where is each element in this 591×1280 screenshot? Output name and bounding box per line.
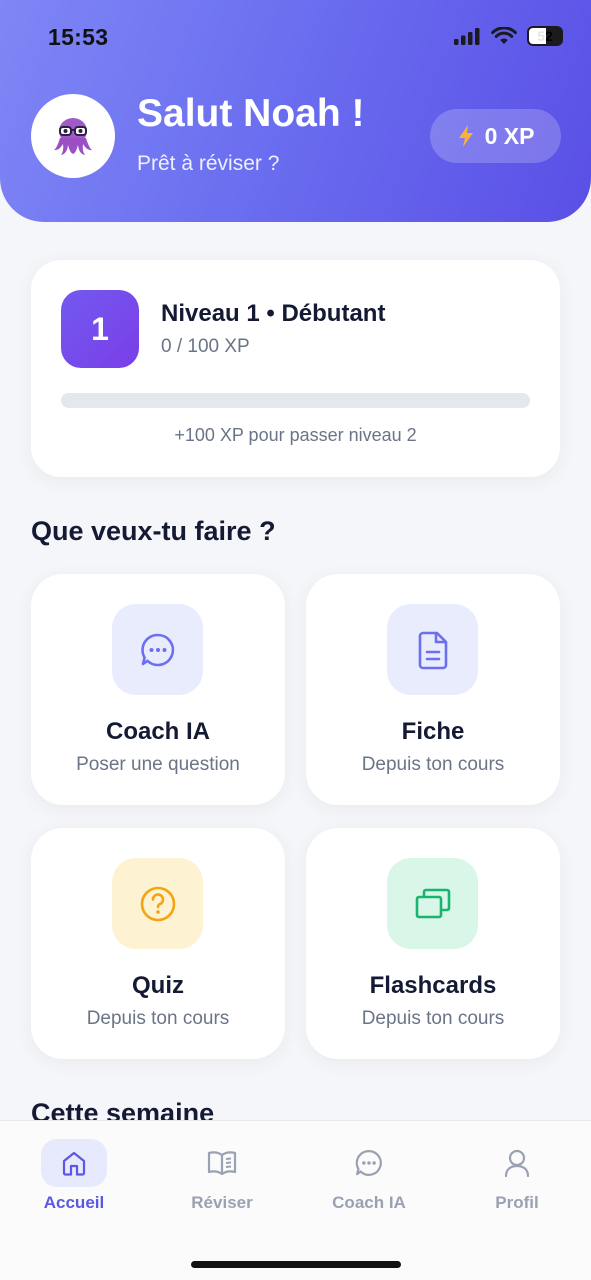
level-title: Niveau 1 • Débutant (161, 300, 386, 327)
quiz-card[interactable]: Quiz Depuis ton cours (31, 828, 285, 1059)
action-subtitle: Depuis ton cours (361, 754, 505, 775)
level-xp-text: 0 / 100 XP (161, 336, 250, 357)
tab-reviser[interactable]: Réviser (157, 1139, 287, 1213)
cards-icon (387, 858, 478, 949)
chat-bubble-icon (112, 604, 203, 695)
signal-icon (454, 28, 480, 45)
book-icon (189, 1139, 255, 1187)
xp-badge[interactable]: 0 XP (430, 109, 561, 163)
action-subtitle: Depuis ton cours (86, 1008, 230, 1029)
home-icon (41, 1139, 107, 1187)
status-time: 15:53 (48, 24, 109, 50)
greeting-title: Salut Noah ! (137, 92, 365, 135)
tab-label: Coach IA (332, 1193, 406, 1212)
tab-label: Réviser (191, 1193, 253, 1212)
action-title: Fiche (401, 718, 465, 745)
xp-value: 0 XP (484, 122, 535, 149)
avatar[interactable] (31, 94, 115, 178)
level-number-badge: 1 (61, 290, 139, 368)
wifi-icon (491, 27, 517, 44)
home-indicator[interactable] (191, 1261, 401, 1268)
battery-level-text: 52 (537, 28, 553, 44)
flashcards-card[interactable]: Flashcards Depuis ton cours (306, 828, 560, 1059)
action-title: Quiz (132, 972, 184, 999)
bottom-tab-bar: Accueil Réviser Coach IA Profil (0, 1120, 591, 1280)
chat-bubble-icon (336, 1139, 402, 1187)
battery-icon: 52 (527, 26, 563, 46)
fiche-card[interactable]: Fiche Depuis ton cours (306, 574, 560, 805)
level-progress-bar (61, 393, 530, 408)
action-title: Flashcards (369, 972, 497, 999)
user-icon (484, 1139, 550, 1187)
tab-label: Accueil (43, 1193, 105, 1212)
actions-section-title: Que veux-tu faire ? (31, 516, 276, 546)
greeting-subtitle: Prêt à réviser ? (137, 152, 280, 175)
tab-profil[interactable]: Profil (452, 1139, 582, 1213)
action-title: Coach IA (105, 718, 210, 745)
status-icons: 52 (453, 26, 563, 46)
octopus-mascot-icon (54, 118, 92, 155)
action-subtitle: Poser une question (76, 754, 240, 775)
lightning-icon (458, 125, 473, 147)
action-subtitle: Depuis ton cours (361, 1008, 505, 1029)
question-circle-icon (112, 858, 203, 949)
coach-ia-card[interactable]: Coach IA Poser une question (31, 574, 285, 805)
tab-label: Profil (495, 1193, 539, 1212)
level-card: 1 Niveau 1 • Débutant 0 / 100 XP +100 XP… (31, 260, 560, 477)
tab-coach-ia[interactable]: Coach IA (304, 1139, 434, 1213)
level-hint: +100 XP pour passer niveau 2 (174, 425, 417, 445)
tab-accueil[interactable]: Accueil (9, 1139, 139, 1213)
document-icon (387, 604, 478, 695)
header: 15:53 52 Salut Noah ! Prêt à réviser ? 0… (0, 0, 591, 222)
